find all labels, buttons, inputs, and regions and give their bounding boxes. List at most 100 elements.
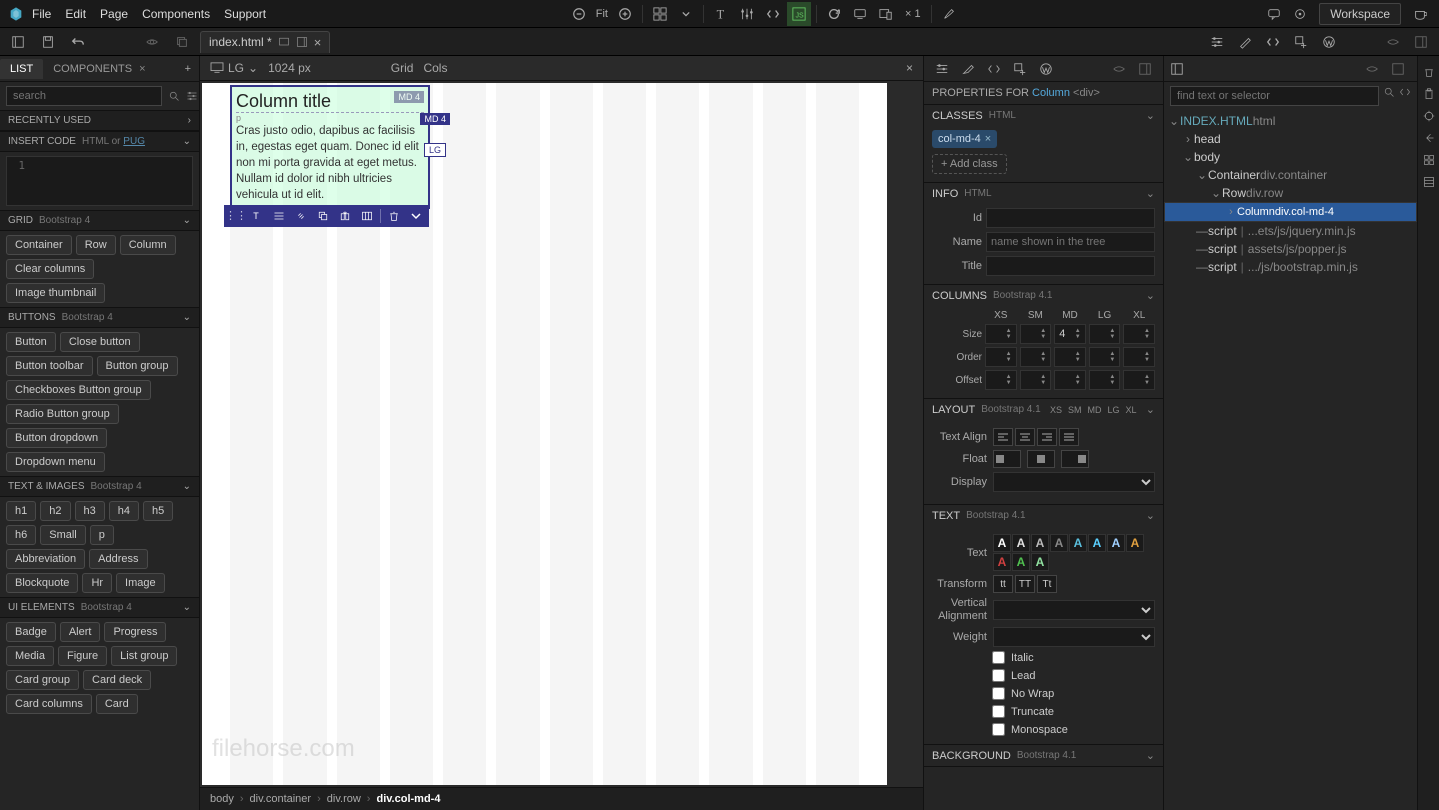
settings-icon[interactable] (1207, 32, 1227, 52)
component-chip[interactable]: Row (76, 235, 116, 255)
eye-icon[interactable] (1365, 62, 1385, 76)
panel-right-icon[interactable] (1411, 32, 1431, 52)
panel-icon[interactable] (1391, 62, 1411, 76)
insert-icon[interactable] (334, 205, 356, 227)
id-input[interactable] (986, 208, 1155, 228)
menu-edit[interactable]: Edit (65, 7, 86, 21)
section-buttons[interactable]: BUTTONSBootstrap 4⌄ (0, 307, 199, 328)
component-chip[interactable]: Column (120, 235, 176, 255)
crumb[interactable]: div.row (327, 793, 361, 805)
text-color-swatch[interactable]: A (1126, 534, 1144, 552)
component-chip[interactable]: Alert (60, 622, 101, 642)
close-canvas-icon[interactable]: × (906, 61, 913, 75)
component-chip[interactable]: Figure (58, 646, 107, 666)
component-chip[interactable]: Dropdown menu (6, 452, 105, 472)
refresh-icon[interactable] (822, 2, 846, 26)
info-section[interactable]: INFOHTML⌄ (924, 183, 1163, 204)
layers-icon[interactable] (172, 32, 192, 52)
classes-section[interactable]: CLASSESHTML⌄ (924, 105, 1163, 126)
component-chip[interactable]: h5 (143, 501, 173, 521)
delete-icon[interactable] (383, 205, 405, 227)
drag-handle-icon[interactable]: ⋮⋮ (226, 209, 246, 222)
code-icon[interactable] (984, 59, 1004, 79)
section-insert-code[interactable]: INSERT CODEHTML or PUG⌄ (0, 131, 199, 152)
component-chip[interactable]: Card deck (83, 670, 151, 690)
zoom-fit[interactable]: Fit (596, 8, 608, 20)
code-search-icon[interactable] (1399, 86, 1411, 106)
html-icon[interactable] (1263, 32, 1283, 52)
float-right[interactable] (1061, 450, 1089, 468)
tree-search-input[interactable] (1170, 86, 1379, 106)
close-icon[interactable]: × (136, 63, 145, 75)
text-tool-icon[interactable]: T (709, 2, 733, 26)
align-center-icon[interactable] (1015, 428, 1035, 446)
tree-body[interactable]: ⌄body (1164, 148, 1417, 166)
tree-script[interactable]: —script|...ets/js/jquery.min.js (1164, 222, 1417, 240)
brush-icon[interactable] (937, 2, 961, 26)
crumb-current[interactable]: div.col-md-4 (376, 793, 440, 805)
component-chip[interactable]: Address (89, 549, 147, 569)
clipboard-icon[interactable] (1419, 84, 1439, 104)
align-right-icon[interactable] (1037, 428, 1057, 446)
text-option[interactable]: Italic (992, 651, 1155, 664)
align-justify-icon[interactable] (1059, 428, 1079, 446)
component-chip[interactable]: Image (116, 573, 165, 593)
responsive-icon[interactable] (874, 2, 898, 26)
crumb[interactable]: body (210, 793, 234, 805)
target-icon[interactable] (1288, 2, 1312, 26)
class-chip[interactable]: col-md-4× (932, 130, 997, 148)
component-chip[interactable]: Button toolbar (6, 356, 93, 376)
back-icon[interactable] (1419, 128, 1439, 148)
component-chip[interactable]: Checkboxes Button group (6, 380, 151, 400)
tree-script[interactable]: —script|.../js/bootstrap.min.js (1164, 258, 1417, 276)
name-input[interactable] (986, 232, 1155, 252)
style-brush-icon[interactable] (1235, 32, 1255, 52)
section-text[interactable]: TEXT & IMAGESBootstrap 4⌄ (0, 476, 199, 497)
eye2-icon[interactable] (1383, 32, 1403, 52)
component-chip[interactable]: Button dropdown (6, 428, 107, 448)
chat-icon[interactable] (1262, 2, 1286, 26)
tree-root[interactable]: ⌄INDEX.HTML html (1164, 112, 1417, 130)
menu-support[interactable]: Support (224, 7, 266, 21)
remove-class-icon[interactable]: × (985, 133, 991, 145)
text-option[interactable]: Monospace (992, 723, 1155, 736)
section-ui[interactable]: UI ELEMENTSBootstrap 4⌄ (0, 597, 199, 618)
component-chip[interactable]: Radio Button group (6, 404, 119, 424)
component-chip[interactable]: Container (6, 235, 72, 255)
text-color-swatch[interactable]: A (1069, 534, 1087, 552)
more-icon[interactable] (405, 205, 427, 227)
text-color-swatch[interactable]: A (1031, 534, 1049, 552)
component-chip[interactable]: Progress (104, 622, 166, 642)
panel-icon[interactable] (1135, 59, 1155, 79)
component-chip[interactable]: Card (96, 694, 138, 714)
code-icon[interactable] (761, 2, 785, 26)
text-option[interactable]: Lead (992, 669, 1155, 682)
align-left-icon[interactable] (993, 428, 1013, 446)
text-option[interactable]: No Wrap (992, 687, 1155, 700)
transform-cap[interactable]: Tt (1037, 575, 1057, 593)
app-logo[interactable] (6, 4, 26, 24)
component-chip[interactable]: Blockquote (6, 573, 78, 593)
tree-row[interactable]: ⌄Row div.row (1164, 184, 1417, 202)
add-panel-icon[interactable] (1010, 59, 1030, 79)
device-selector[interactable]: LG ⌄ (210, 61, 258, 75)
tab-components[interactable]: COMPONENTS × (43, 59, 155, 79)
tab-preview-icon[interactable] (278, 36, 290, 48)
md-badge[interactable]: MD 4 (420, 113, 450, 125)
title-input[interactable] (986, 256, 1155, 276)
search-icon[interactable] (168, 86, 180, 106)
link-icon[interactable] (290, 205, 312, 227)
text-section[interactable]: TEXTBootstrap 4.1⌄ (924, 505, 1163, 526)
duplicate-icon[interactable] (312, 205, 334, 227)
trash-icon[interactable] (1419, 62, 1439, 82)
text-color-swatch[interactable]: A (993, 553, 1011, 571)
edit-text-icon[interactable]: T (246, 205, 268, 227)
component-chip[interactable]: Clear columns (6, 259, 94, 279)
dropdown-icon[interactable] (674, 2, 698, 26)
tree-script[interactable]: —script|assets/js/popper.js (1164, 240, 1417, 258)
wordpress-icon[interactable] (1319, 32, 1339, 52)
text-color-swatch[interactable]: A (1050, 534, 1068, 552)
actions-icon[interactable] (268, 205, 290, 227)
component-chip[interactable]: List group (111, 646, 177, 666)
text-color-swatch[interactable]: A (1012, 553, 1030, 571)
